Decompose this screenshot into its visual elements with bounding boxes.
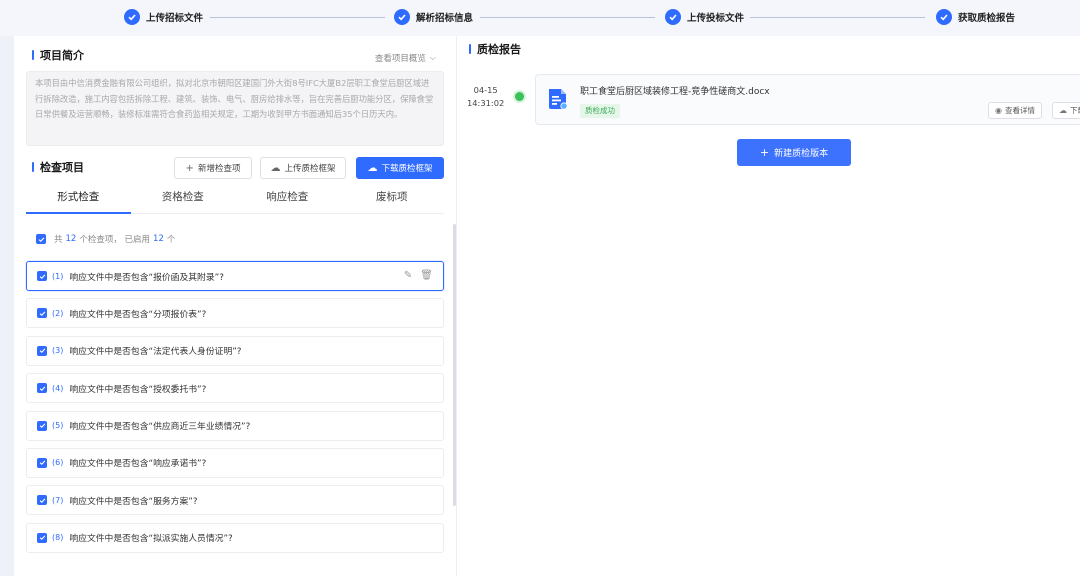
item-checkbox[interactable] [37, 532, 47, 543]
check-icon [394, 9, 410, 25]
step-parse-tender[interactable]: 解析招标信息 [394, 9, 473, 25]
step-label: 上传招标文件 [146, 13, 204, 24]
status-dot [515, 92, 524, 101]
progress-stepper: 上传招标文件 解析招标信息 上传投标文件 获取质检报告 [0, 0, 1080, 36]
step-label: 获取质检报告 [958, 13, 1016, 24]
new-qc-version-button[interactable]: + 新建质检版本 [737, 139, 851, 166]
report-filename: 职工食堂后厨区域装修工程-竞争性磋商文.docx [580, 87, 770, 97]
check-tabs: 形式检查 资格检查 响应检查 废标项 [26, 184, 444, 214]
eye-icon: ◉ [995, 106, 1002, 115]
check-item[interactable]: (2) 响应文件中是否包含“分项报价表”? [26, 298, 444, 329]
check-icon [936, 9, 952, 25]
tab-response-check[interactable]: 响应检查 [235, 184, 340, 213]
plus-icon: + [759, 146, 770, 159]
report-card[interactable]: 职工食堂后厨区域装修工程-竞争性磋商文.docx 质检成功 ◉ 查看详情 ☁ 下… [535, 74, 1080, 125]
view-details-button[interactable]: ◉ 查看详情 [988, 102, 1042, 119]
step-connector [750, 17, 925, 18]
check-icon [124, 9, 140, 25]
step-get-report[interactable]: 获取质检报告 [936, 9, 1015, 25]
cloud-download-icon: ☁ [367, 162, 378, 174]
plus-icon: + [185, 162, 194, 174]
tab-format-check[interactable]: 形式检查 [26, 184, 131, 214]
check-item[interactable]: (8) 响应文件中是否包含“拟派实施人员情况”? [26, 522, 444, 553]
step-connector [210, 17, 385, 18]
left-panel: 项目简介 查看项目概览 ⌵ 本项目由中信消费金融有限公司组织，拟对北京市朝阳区建… [14, 36, 456, 576]
report-panel: 质检报告 04-15 14:31:02 职工食堂后厨区域装修工程-竞争性磋商文.… [456, 36, 1080, 576]
edit-icon[interactable]: ✎ [404, 270, 412, 281]
tab-qualification-check[interactable]: 资格检查 [131, 184, 236, 213]
add-check-item-button[interactable]: + 新增检查项 [174, 157, 252, 179]
check-item-list: (1) 响应文件中是否包含“报价函及其附录”? ✎ 🗑 (2) 响应文件中是否包… [26, 261, 444, 560]
project-intro-text: 本项目由中信消费金融有限公司组织，拟对北京市朝阳区建国门外大街8号IFC大厦B2… [26, 71, 444, 146]
item-checkbox[interactable] [37, 420, 47, 431]
intro-title: 项目简介 [32, 47, 84, 63]
item-checkbox[interactable] [37, 495, 47, 506]
select-all-checkbox[interactable] [36, 234, 46, 244]
item-checkbox[interactable] [37, 383, 47, 394]
item-actions: ✎ 🗑 [404, 270, 433, 281]
check-summary: 共 12 个检查项， 已启用 12 个 [36, 233, 175, 245]
check-item[interactable]: (1) 响应文件中是否包含“报价函及其附录”? ✎ 🗑 [26, 261, 444, 291]
cloud-download-icon: ☁ [1059, 106, 1067, 115]
tab-disqualification[interactable]: 废标项 [340, 184, 445, 213]
check-item[interactable]: (3) 响应文件中是否包含“法定代表人身份证明”? [26, 335, 444, 366]
check-item[interactable]: (7) 响应文件中是否包含“服务方案”? [26, 485, 444, 516]
status-badge: 质检成功 [580, 104, 620, 118]
check-item[interactable]: (4) 响应文件中是否包含“授权委托书”? [26, 373, 444, 404]
step-upload-tender[interactable]: 上传招标文件 [124, 9, 203, 25]
check-item[interactable]: (5) 响应文件中是否包含“供应商近三年业绩情况”? [26, 410, 444, 441]
check-item[interactable]: (6) 响应文件中是否包含“响应承诺书”? [26, 447, 444, 478]
item-checkbox[interactable] [37, 271, 47, 281]
document-icon [549, 89, 568, 110]
title-bar [32, 50, 34, 60]
check-icon [665, 9, 681, 25]
step-label: 解析招标信息 [416, 13, 474, 24]
title-bar [469, 44, 471, 54]
view-overview-link[interactable]: 查看项目概览 ⌵ [375, 52, 436, 64]
step-connector [480, 17, 655, 18]
download-framework-button[interactable]: ☁ 下载质检框架 [356, 157, 444, 179]
item-checkbox[interactable] [37, 345, 47, 356]
cloud-upload-icon: ☁ [270, 162, 281, 174]
step-label: 上传投标文件 [687, 13, 745, 24]
trash-icon[interactable]: 🗑 [420, 270, 433, 281]
title-bar [32, 162, 34, 172]
report-title: 质检报告 [469, 41, 521, 57]
upload-framework-button[interactable]: ☁ 上传质检框架 [260, 157, 346, 179]
report-timestamp: 04-15 14:31:02 [467, 85, 505, 108]
download-report-button[interactable]: ☁ 下载 [1052, 102, 1080, 119]
chevron-down-icon: ⌵ [429, 53, 436, 62]
check-title: 检查项目 [32, 159, 84, 175]
item-checkbox[interactable] [37, 457, 47, 468]
item-checkbox[interactable] [37, 308, 47, 319]
step-upload-bid[interactable]: 上传投标文件 [665, 9, 744, 25]
